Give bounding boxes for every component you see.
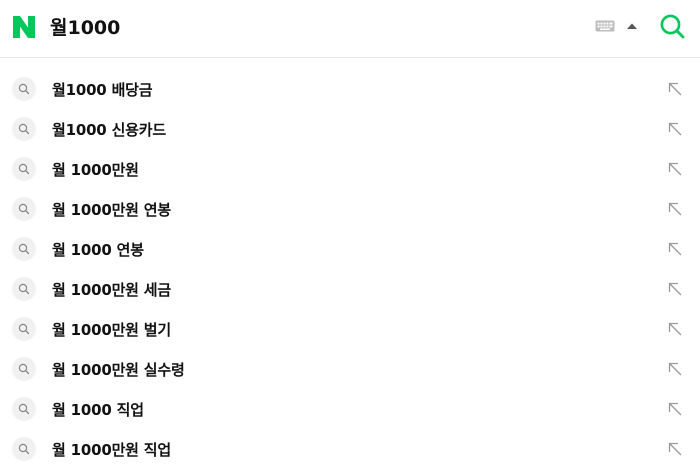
suggestion-label: 월1000 신용카드 [52, 121, 166, 139]
magnifier-icon [12, 77, 36, 101]
magnifier-icon [12, 277, 36, 301]
naver-logo-icon[interactable] [13, 16, 35, 38]
caret-up-icon[interactable] [626, 22, 638, 30]
suggestion-item[interactable]: 월 1000만원 [0, 149, 700, 189]
suggestion-label: 월 1000만원 세금 [52, 281, 171, 299]
suggestion-item[interactable]: 월 1000 직업 [0, 389, 700, 429]
magnifier-icon [12, 117, 36, 141]
magnifier-icon [12, 357, 36, 381]
magnifier-icon [12, 237, 36, 261]
keyboard-icon[interactable] [595, 20, 615, 32]
magnifier-icon [12, 437, 36, 461]
suggestion-label: 월 1000만원 실수령 [52, 361, 185, 379]
suggestion-list: 월1000 배당금 월1000 신용카드 월 1000만원 월 1000만원 연… [0, 69, 700, 469]
suggestion-item[interactable]: 월1000 신용카드 [0, 109, 700, 149]
arrow-up-left-icon[interactable] [668, 162, 682, 176]
arrow-up-left-icon[interactable] [668, 82, 682, 96]
magnifier-icon [12, 317, 36, 341]
magnifier-icon [12, 397, 36, 421]
search-header [0, 0, 700, 58]
suggestion-label: 월 1000 연봉 [52, 241, 144, 259]
magnifier-icon [12, 157, 36, 181]
suggestion-item[interactable]: 월 1000 연봉 [0, 229, 700, 269]
arrow-up-left-icon[interactable] [668, 402, 682, 416]
suggestion-item[interactable]: 월 1000만원 세금 [0, 269, 700, 309]
suggestion-label: 월 1000 직업 [52, 401, 144, 419]
arrow-up-left-icon[interactable] [668, 242, 682, 256]
suggestion-item[interactable]: 월 1000만원 연봉 [0, 189, 700, 229]
magnifier-icon [12, 197, 36, 221]
suggestion-item[interactable]: 월 1000만원 실수령 [0, 349, 700, 389]
arrow-up-left-icon[interactable] [668, 362, 682, 376]
arrow-up-left-icon[interactable] [668, 282, 682, 296]
search-input[interactable] [50, 13, 570, 39]
suggestion-item[interactable]: 월1000 배당금 [0, 69, 700, 109]
suggestion-label: 월 1000만원 연봉 [52, 201, 171, 219]
arrow-up-left-icon[interactable] [668, 442, 682, 456]
search-icon[interactable] [659, 13, 685, 39]
suggestion-label: 월 1000만원 벌기 [52, 321, 171, 339]
suggestion-item[interactable]: 월 1000만원 직업 [0, 429, 700, 469]
suggestion-label: 월1000 배당금 [52, 81, 153, 99]
arrow-up-left-icon[interactable] [668, 122, 682, 136]
suggestion-label: 월 1000만원 직업 [52, 441, 171, 459]
suggestion-label: 월 1000만원 [52, 161, 139, 179]
arrow-up-left-icon[interactable] [668, 202, 682, 216]
arrow-up-left-icon[interactable] [668, 322, 682, 336]
suggestion-item[interactable]: 월 1000만원 벌기 [0, 309, 700, 349]
